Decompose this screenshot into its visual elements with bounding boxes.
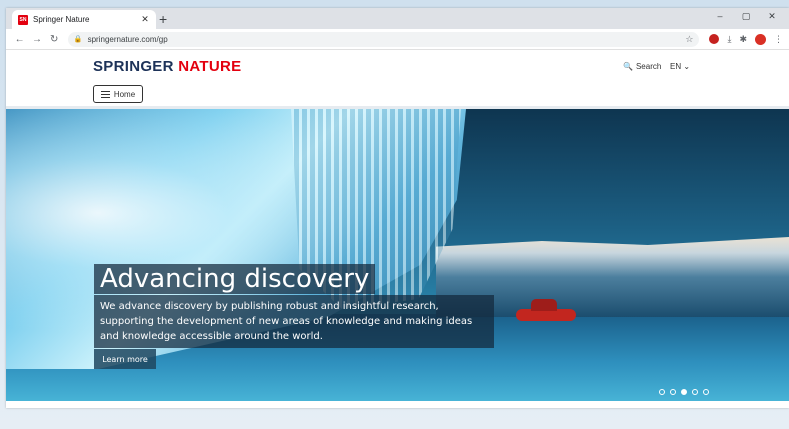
bookmark-star-icon[interactable]: ☆	[685, 34, 693, 45]
window-controls: – ▢ ✕	[707, 11, 785, 22]
hero-title: Advancing discovery	[94, 264, 376, 294]
maximize-button[interactable]: ▢	[733, 11, 759, 22]
browser-window: SN Springer Nature ✕ + – ▢ ✕ ← → ↻ 🔒 spr…	[6, 8, 789, 408]
carousel-dot-1[interactable]	[659, 389, 665, 395]
close-window-button[interactable]: ✕	[759, 11, 785, 22]
language-selector[interactable]: EN ⌄	[670, 62, 690, 71]
hero-banner: Advancing discovery We advance discovery…	[6, 109, 789, 401]
close-tab-icon[interactable]: ✕	[140, 14, 150, 25]
logo-springer: SPRINGER	[93, 58, 174, 75]
tab-strip: SN Springer Nature ✕ + – ▢ ✕	[6, 8, 789, 29]
chevron-down-icon: ⌄	[683, 62, 691, 71]
carousel-dots	[659, 389, 709, 395]
search-label: Search	[635, 62, 662, 71]
puzzle-extensions-icon[interactable]: ✱	[739, 34, 747, 45]
extension-icon[interactable]	[709, 34, 720, 44]
extension-icons: ⤓ ✱ ⋮	[709, 33, 783, 45]
site-header: SPRINGER NATURE 🔍 Search EN ⌄ Home	[6, 50, 789, 109]
logo-nature: NATURE	[178, 58, 242, 75]
address-bar[interactable]: 🔒 springernature.com/gp ☆	[67, 31, 700, 47]
url-text: springernature.com/gp	[87, 34, 168, 44]
search-icon: 🔍	[623, 62, 633, 71]
minimize-button[interactable]: –	[707, 11, 733, 22]
new-tab-button[interactable]: +	[159, 10, 167, 28]
carousel-dot-4[interactable]	[692, 389, 698, 395]
back-arrow-icon[interactable]: ←	[12, 34, 27, 45]
profile-avatar[interactable]	[755, 33, 766, 45]
download-icon[interactable]: ⤓	[727, 34, 731, 45]
carousel-dot-2[interactable]	[670, 389, 676, 395]
springer-nature-logo[interactable]: SPRINGER NATURE	[93, 58, 241, 75]
hamburger-menu-icon	[100, 90, 110, 98]
forward-arrow-icon[interactable]: →	[29, 34, 44, 45]
springer-favicon-icon: SN	[18, 14, 28, 25]
tab-title: Springer Nature	[33, 15, 90, 24]
hero-description: We advance discovery by publishing robus…	[94, 295, 494, 348]
home-label: Home	[113, 89, 136, 99]
language-label: EN	[670, 62, 682, 71]
kebab-menu-icon[interactable]: ⋮	[774, 34, 783, 45]
tab-springer-nature[interactable]: SN Springer Nature ✕	[12, 10, 156, 29]
search-button[interactable]: 🔍 Search	[623, 62, 661, 71]
lock-icon: 🔒	[73, 36, 83, 43]
reload-icon[interactable]: ↻	[47, 34, 62, 45]
carousel-dot-5[interactable]	[703, 389, 709, 395]
hero-boat	[516, 299, 576, 321]
carousel-dot-3[interactable]	[681, 389, 687, 395]
browser-toolbar: ← → ↻ 🔒 springernature.com/gp ☆ ⤓ ✱ ⋮	[6, 29, 789, 50]
learn-more-button[interactable]: Learn more	[94, 349, 156, 369]
home-menu-button[interactable]: Home	[93, 85, 143, 103]
